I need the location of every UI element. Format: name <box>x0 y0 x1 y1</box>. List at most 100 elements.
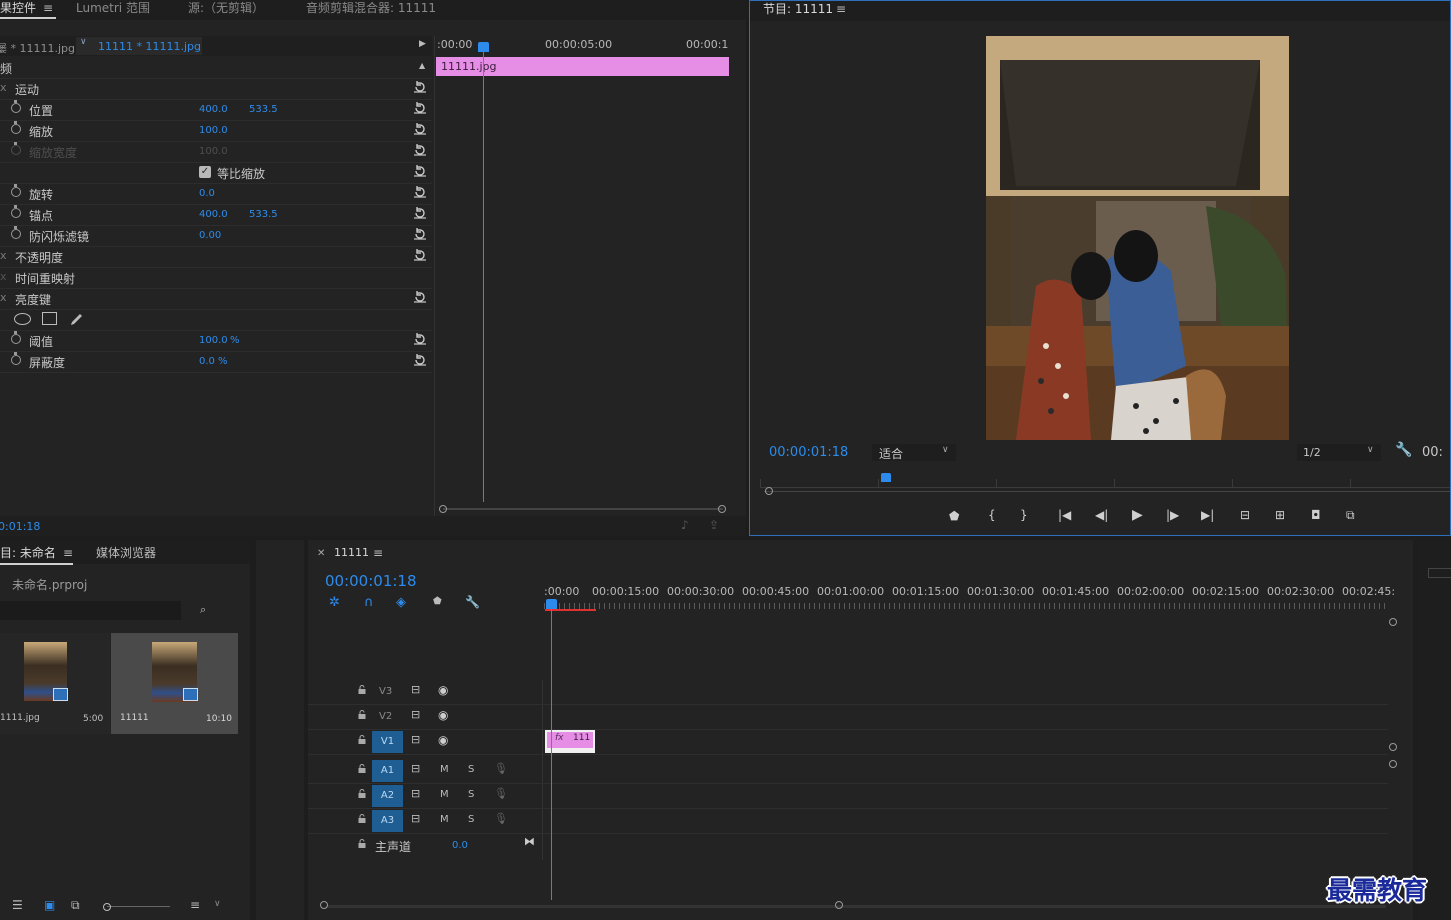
clip-dropdown[interactable]: ∨ 11111 * 11111.jpg <box>76 37 202 55</box>
work-area-bar[interactable] <box>545 609 596 611</box>
microphone-icon[interactable]: 🎙 <box>494 812 508 825</box>
track-a2[interactable]: A2 ⊟ M S 🎙 <box>308 784 1388 809</box>
cutoff-value[interactable]: 0.0 <box>199 356 215 367</box>
panel-menu-icon[interactable]: ≡ <box>836 2 846 16</box>
toggle-sync-lock-icon[interactable]: ⊟ <box>411 708 420 721</box>
stopwatch-icon[interactable] <box>11 100 21 113</box>
effect-time-remap[interactable]: x 时间重映射 <box>0 267 432 289</box>
reset-icon[interactable] <box>413 164 427 178</box>
eye-icon[interactable]: ◉ <box>438 683 448 697</box>
pen-mask-icon[interactable] <box>69 311 85 327</box>
wrench-icon[interactable]: 🔧 <box>465 595 480 609</box>
master-volume-value[interactable]: 0.0 <box>452 840 468 851</box>
mute-button[interactable]: M <box>440 764 449 775</box>
chevron-down-icon[interactable]: ∨ <box>214 899 221 909</box>
lock-icon[interactable] <box>358 685 366 694</box>
reset-icon[interactable] <box>413 353 427 367</box>
project-item[interactable]: 1111.jpg 5:00 <box>0 633 110 734</box>
property-rotation[interactable]: 旋转 0.0 <box>0 183 432 205</box>
stopwatch-icon[interactable] <box>11 352 21 365</box>
reset-icon[interactable] <box>413 80 427 94</box>
add-marker-icon[interactable]: ⬟ <box>949 509 959 523</box>
zoom-slider[interactable] <box>103 903 170 913</box>
eye-icon[interactable]: ◉ <box>438 708 448 722</box>
anchor-x-value[interactable]: 400.0 <box>199 209 228 220</box>
track-target-a1[interactable]: A1 <box>372 760 403 782</box>
add-marker-icon[interactable]: ⬟ <box>433 596 442 607</box>
reset-icon[interactable] <box>413 227 427 241</box>
comparison-view-icon[interactable]: ⧉ <box>1346 508 1355 523</box>
tab-source[interactable]: 源:（无剪辑） <box>188 0 264 20</box>
lock-icon[interactable] <box>358 839 366 848</box>
uniform-scale-checkbox[interactable]: ✓ <box>199 166 211 178</box>
fit-dropdown[interactable]: 适合 ∨ <box>872 444 956 461</box>
track-target-a2[interactable]: A2 <box>372 785 403 807</box>
solo-button[interactable]: S <box>468 789 474 800</box>
rectangle-mask-icon[interactable] <box>42 312 57 325</box>
mark-in-icon[interactable]: { <box>988 508 996 522</box>
scrollbar-handle-left[interactable] <box>320 901 328 909</box>
solo-button[interactable]: S <box>468 764 474 775</box>
property-scale[interactable]: 缩放 100.0 <box>0 120 432 142</box>
camera-icon[interactable]: ◘ <box>1311 508 1321 522</box>
effect-motion[interactable]: x 运动 <box>0 78 432 100</box>
toggle-sync-lock-icon[interactable]: ⊟ <box>411 683 420 696</box>
position-x-value[interactable]: 400.0 <box>199 104 228 115</box>
nest-icon[interactable]: ✲ <box>329 595 340 610</box>
new-bin-search-icon[interactable]: ⌕ <box>200 603 206 617</box>
track-target-v1[interactable]: V1 <box>372 731 403 753</box>
icon-view-icon[interactable]: ▣ <box>44 898 55 912</box>
collapse-arrow-icon[interactable]: ▲ <box>419 61 425 70</box>
reset-icon[interactable] <box>413 248 427 262</box>
toggle-sync-lock-icon[interactable]: ⊟ <box>411 812 420 825</box>
reset-icon[interactable] <box>413 143 427 157</box>
microphone-icon[interactable]: 🎙 <box>494 787 508 800</box>
mute-button[interactable]: M <box>440 814 449 825</box>
toggle-sync-lock-icon[interactable]: ⊟ <box>411 787 420 800</box>
vertical-scroll-handle-audio[interactable] <box>1389 760 1397 768</box>
anchor-y-value[interactable]: 533.5 <box>249 209 278 220</box>
lock-icon[interactable] <box>358 735 366 744</box>
export-icon[interactable]: ⇪ <box>709 518 719 532</box>
track-a3[interactable]: A3 ⊟ M S 🎙 <box>308 809 1388 834</box>
scrollbar-handle-right[interactable] <box>835 901 843 909</box>
track-v1[interactable]: V1 ⊟ ◉ fx 111 <box>308 730 1388 755</box>
track-target-a3[interactable]: A3 <box>372 810 403 832</box>
stopwatch-icon[interactable] <box>11 184 21 197</box>
reset-icon[interactable] <box>413 101 427 115</box>
linked-selection-icon[interactable]: ◈ <box>396 595 406 610</box>
project-search-input[interactable] <box>0 601 181 620</box>
lock-icon[interactable] <box>358 710 366 719</box>
anti-flicker-value[interactable]: 0.00 <box>199 230 221 241</box>
sort-icon[interactable]: ≡ <box>190 898 200 912</box>
lock-icon[interactable] <box>358 764 366 773</box>
timeline-horizontal-scrollbar[interactable] <box>320 900 1390 912</box>
property-position[interactable]: 位置 400.0 533.5 <box>0 99 432 121</box>
step-forward-icon[interactable]: |▶ <box>1166 508 1179 522</box>
snap-magnet-icon[interactable]: ∩ <box>364 595 374 610</box>
program-timecode[interactable]: 00:00:01:18 <box>769 445 848 460</box>
play-icon[interactable]: ▶ <box>1132 507 1143 523</box>
reset-icon[interactable] <box>413 332 427 346</box>
effect-opacity[interactable]: x 不透明度 <box>0 246 432 268</box>
program-scrub-bar[interactable] <box>760 471 1450 499</box>
scale-value[interactable]: 100.0 <box>199 125 228 136</box>
vertical-scroll-handle[interactable] <box>1389 743 1397 751</box>
stopwatch-icon[interactable] <box>11 331 21 344</box>
tab-lumetri-scopes[interactable]: Lumetri 范围 <box>76 0 150 20</box>
close-icon[interactable]: ✕ <box>317 548 325 559</box>
panel-menu-icon[interactable]: ≡ <box>373 546 383 560</box>
zoom-slider-handle[interactable] <box>103 903 111 911</box>
panel-menu-icon[interactable]: ≡ <box>63 546 73 560</box>
effect-timeline[interactable]: :00:00 00:00:05:00 00:00:1 11111.jpg <box>434 36 731 516</box>
lock-icon[interactable] <box>358 814 366 823</box>
timeline-ruler[interactable]: :00:00 00:00:15:00 00:00:30:00 00:00:45:… <box>544 582 1395 614</box>
extract-icon[interactable]: ⊞ <box>1275 508 1285 522</box>
resolution-dropdown[interactable]: 1/2 ∨ <box>1297 444 1381 461</box>
stopwatch-icon[interactable] <box>11 226 21 239</box>
microphone-icon[interactable]: 🎙 <box>494 762 508 775</box>
scrollbar-handle-left[interactable] <box>439 505 447 513</box>
track-v2[interactable]: V2 ⊟ ◉ <box>308 705 1388 730</box>
toggle-sync-lock-icon[interactable]: ⊟ <box>411 733 420 746</box>
stopwatch-icon[interactable] <box>11 205 21 218</box>
